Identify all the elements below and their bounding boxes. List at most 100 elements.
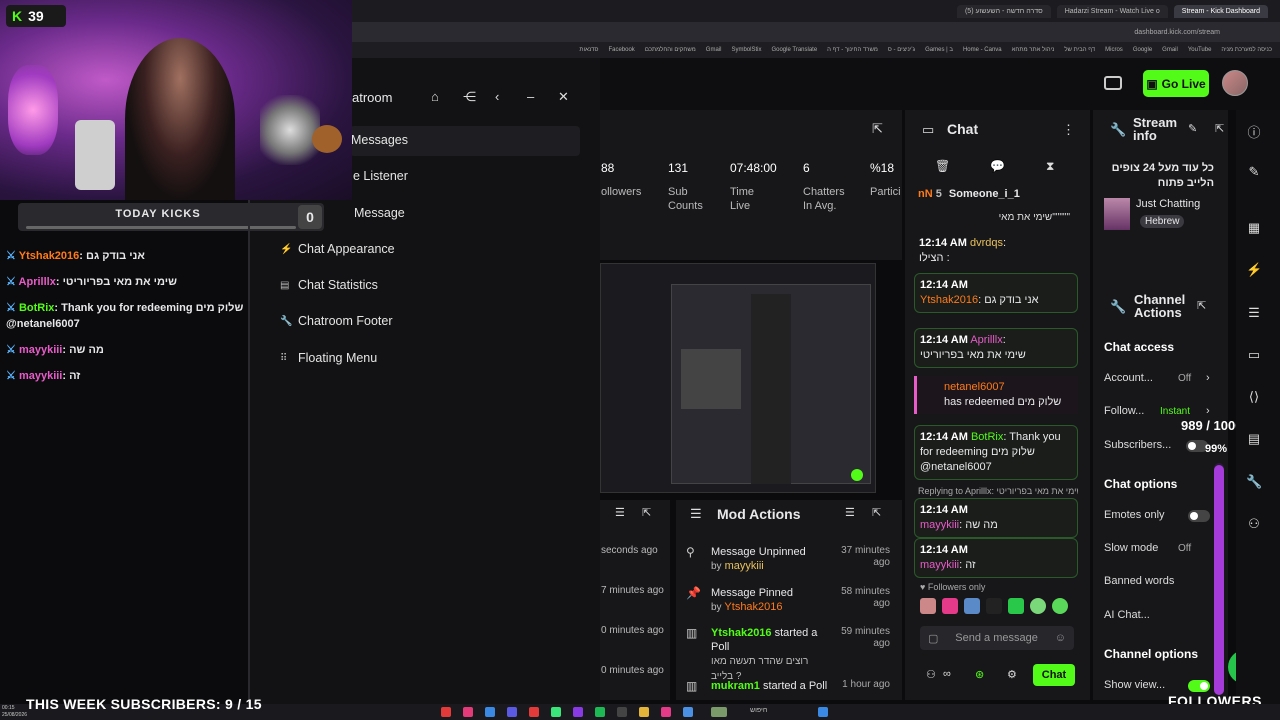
window-icon[interactable]: ▤ — [1246, 431, 1262, 447]
pinned-bar[interactable]: nN 5 Someone_i_1 — [918, 188, 1078, 204]
emotes-only-toggle[interactable] — [1188, 510, 1210, 522]
users-icon[interactable]: ⚇ — [926, 668, 936, 681]
pen-icon[interactable]: ✎ — [1246, 164, 1262, 180]
go-live-button[interactable]: ▣ Go Live — [1143, 70, 1209, 97]
filter-icon[interactable]: ☰ — [615, 506, 625, 519]
show-view-setting[interactable]: Show view... — [1104, 679, 1165, 691]
bookmark[interactable]: SymbolStix — [731, 47, 761, 53]
kick-icon[interactable]: ⊛ — [975, 668, 984, 681]
app-icon[interactable] — [661, 707, 671, 717]
menu-item-message[interactable]: Message — [354, 206, 405, 220]
banned-words-setting[interactable]: Banned words — [1104, 575, 1174, 587]
chat-message[interactable]: 12:14 AM Ytshak2016: אני בודק גם — [914, 273, 1078, 313]
emoji-icon[interactable]: ☺ — [1055, 632, 1066, 644]
chevron-right-icon[interactable]: › — [1206, 405, 1210, 417]
stream-preview[interactable] — [600, 263, 876, 493]
chat-user[interactable]: Ytshak2016 — [920, 294, 978, 306]
chevron-right-icon[interactable]: › — [1206, 372, 1210, 384]
emote-icon[interactable] — [1052, 598, 1068, 614]
bookmark[interactable]: Facebook — [608, 47, 634, 53]
taskbar-search[interactable]: חיפוש — [750, 707, 767, 714]
list-icon[interactable]: ☰ — [1246, 305, 1262, 321]
edit-icon[interactable]: ✎ — [1188, 122, 1197, 135]
wrench-icon[interactable]: 🔧 — [1246, 474, 1262, 490]
trash-icon[interactable]: 🗑 — [935, 159, 950, 173]
popout-icon[interactable]: ⇱ — [872, 506, 881, 519]
bookmark[interactable]: ג'יניצים - ס — [888, 47, 915, 53]
chat-message[interactable]: 12:14 AM Aprilllx: שימי את מאי בפריוריטי — [914, 328, 1078, 368]
users-icon[interactable]: ⚇ — [1246, 516, 1262, 532]
minimize-icon[interactable]: – — [527, 89, 534, 104]
emote-icon[interactable] — [920, 598, 936, 614]
windows-start-icon[interactable] — [818, 707, 828, 717]
bookmark[interactable]: Google — [1133, 47, 1152, 53]
popout-icon[interactable]: ⇱ — [872, 121, 883, 137]
bookmark[interactable]: ניהול אתר מתחא — [1012, 47, 1055, 53]
gear-icon[interactable]: ⚙ — [1007, 668, 1017, 681]
bolt-icon[interactable]: ⚡ — [1246, 262, 1262, 278]
chat-message[interactable]: 12:14 AM dvrdqs: הצילו : — [914, 232, 1078, 270]
chat-message[interactable]: 12:14 AM mayykiii: מה שה — [914, 498, 1078, 538]
chat-user[interactable]: BotRix — [971, 431, 1003, 443]
back-icon[interactable]: ‹ — [495, 89, 499, 104]
chat-message[interactable]: 12:14 AM mayykiii: זה — [914, 538, 1078, 578]
app-icon[interactable] — [551, 707, 561, 717]
popout-icon[interactable]: ⇱ — [642, 506, 651, 519]
speech-icon[interactable]: 💬 — [990, 159, 1005, 173]
bookmark[interactable]: Gmail — [706, 47, 722, 53]
bookmark[interactable]: סדנאות — [579, 47, 598, 53]
app-icon[interactable] — [441, 707, 451, 717]
filter-icon[interactable]: ☰ — [845, 506, 855, 519]
layout-icon[interactable]: ▦ — [1246, 220, 1262, 236]
bookmark[interactable]: כניסה למערכת מניה — [1221, 47, 1272, 53]
app-icon[interactable] — [529, 707, 539, 717]
chat-user[interactable]: Aprilllx — [970, 334, 1002, 346]
emote-icon[interactable] — [986, 598, 1002, 614]
bookmark[interactable]: Google Translate — [771, 47, 817, 53]
hourglass-icon[interactable]: ⧗ — [1046, 159, 1054, 174]
app-icon[interactable] — [617, 707, 627, 717]
info-icon[interactable]: ⓘ — [1246, 122, 1262, 140]
app-icon[interactable] — [485, 707, 495, 717]
ai-chat-setting[interactable]: AI Chat... — [1104, 609, 1150, 621]
browser-tab[interactable]: (5) סדרה חדשה - השעשוע — [956, 4, 1051, 18]
bookmark[interactable]: משרד החינוך - דף ה — [827, 47, 878, 53]
chat-user[interactable]: mayykiii — [920, 519, 959, 531]
app-icon[interactable] — [507, 707, 517, 717]
app-icon[interactable] — [573, 707, 583, 717]
popout-icon[interactable]: ⇱ — [1215, 122, 1224, 135]
menu-item-listener[interactable]: e Listener — [353, 169, 408, 183]
chat-input[interactable]: ▢ Send a message ☺ — [920, 626, 1074, 650]
emote-icon[interactable] — [1030, 598, 1046, 614]
folder-icon[interactable] — [639, 707, 649, 717]
chrome-icon[interactable] — [683, 707, 693, 717]
chat-user[interactable]: dvrdqs — [970, 237, 1003, 249]
menu-item-messages[interactable]: Messages — [351, 133, 408, 147]
menu-item-chat-appearance[interactable]: ⚡ Chat Appearance — [280, 242, 395, 256]
bookmark[interactable]: Games | ב — [925, 47, 953, 53]
share-icon[interactable]: ⋲ — [463, 89, 476, 105]
popout-icon[interactable]: ⇱ — [1197, 299, 1206, 312]
app-icon[interactable] — [711, 707, 727, 717]
chat-message[interactable]: 12:14 AM BotRix: Thank you for redeeming… — [914, 425, 1078, 480]
mod-user[interactable]: mukram1 — [711, 680, 760, 692]
chat-send-button[interactable]: Chat — [1033, 664, 1075, 686]
heart-emote-icon[interactable] — [942, 598, 958, 614]
emote-icon[interactable] — [964, 598, 980, 614]
bookmark[interactable]: Micros — [1105, 47, 1123, 53]
home-icon[interactable]: ⌂ — [431, 89, 439, 104]
menu-item-chatroom-footer[interactable]: 🔧 Chatroom Footer — [280, 314, 392, 328]
avatar[interactable] — [1222, 70, 1248, 96]
bookmark[interactable]: Home - Canva — [963, 47, 1002, 53]
chat-user[interactable]: mayykiii — [920, 559, 959, 571]
infinity-icon[interactable]: ∞ — [943, 668, 951, 680]
show-view-toggle[interactable] — [1188, 680, 1210, 692]
more-icon[interactable]: ⋮ — [1062, 122, 1075, 138]
app-icon[interactable] — [463, 707, 473, 717]
emote-icon[interactable] — [1008, 598, 1024, 614]
bookmark[interactable]: YouTube — [1188, 47, 1212, 53]
account-setting[interactable]: Account... — [1104, 372, 1153, 384]
chat-user[interactable]: netanel6007 — [944, 381, 1005, 393]
code-icon[interactable]: ⟨⟩ — [1246, 389, 1262, 405]
tv-icon[interactable] — [1104, 76, 1122, 90]
